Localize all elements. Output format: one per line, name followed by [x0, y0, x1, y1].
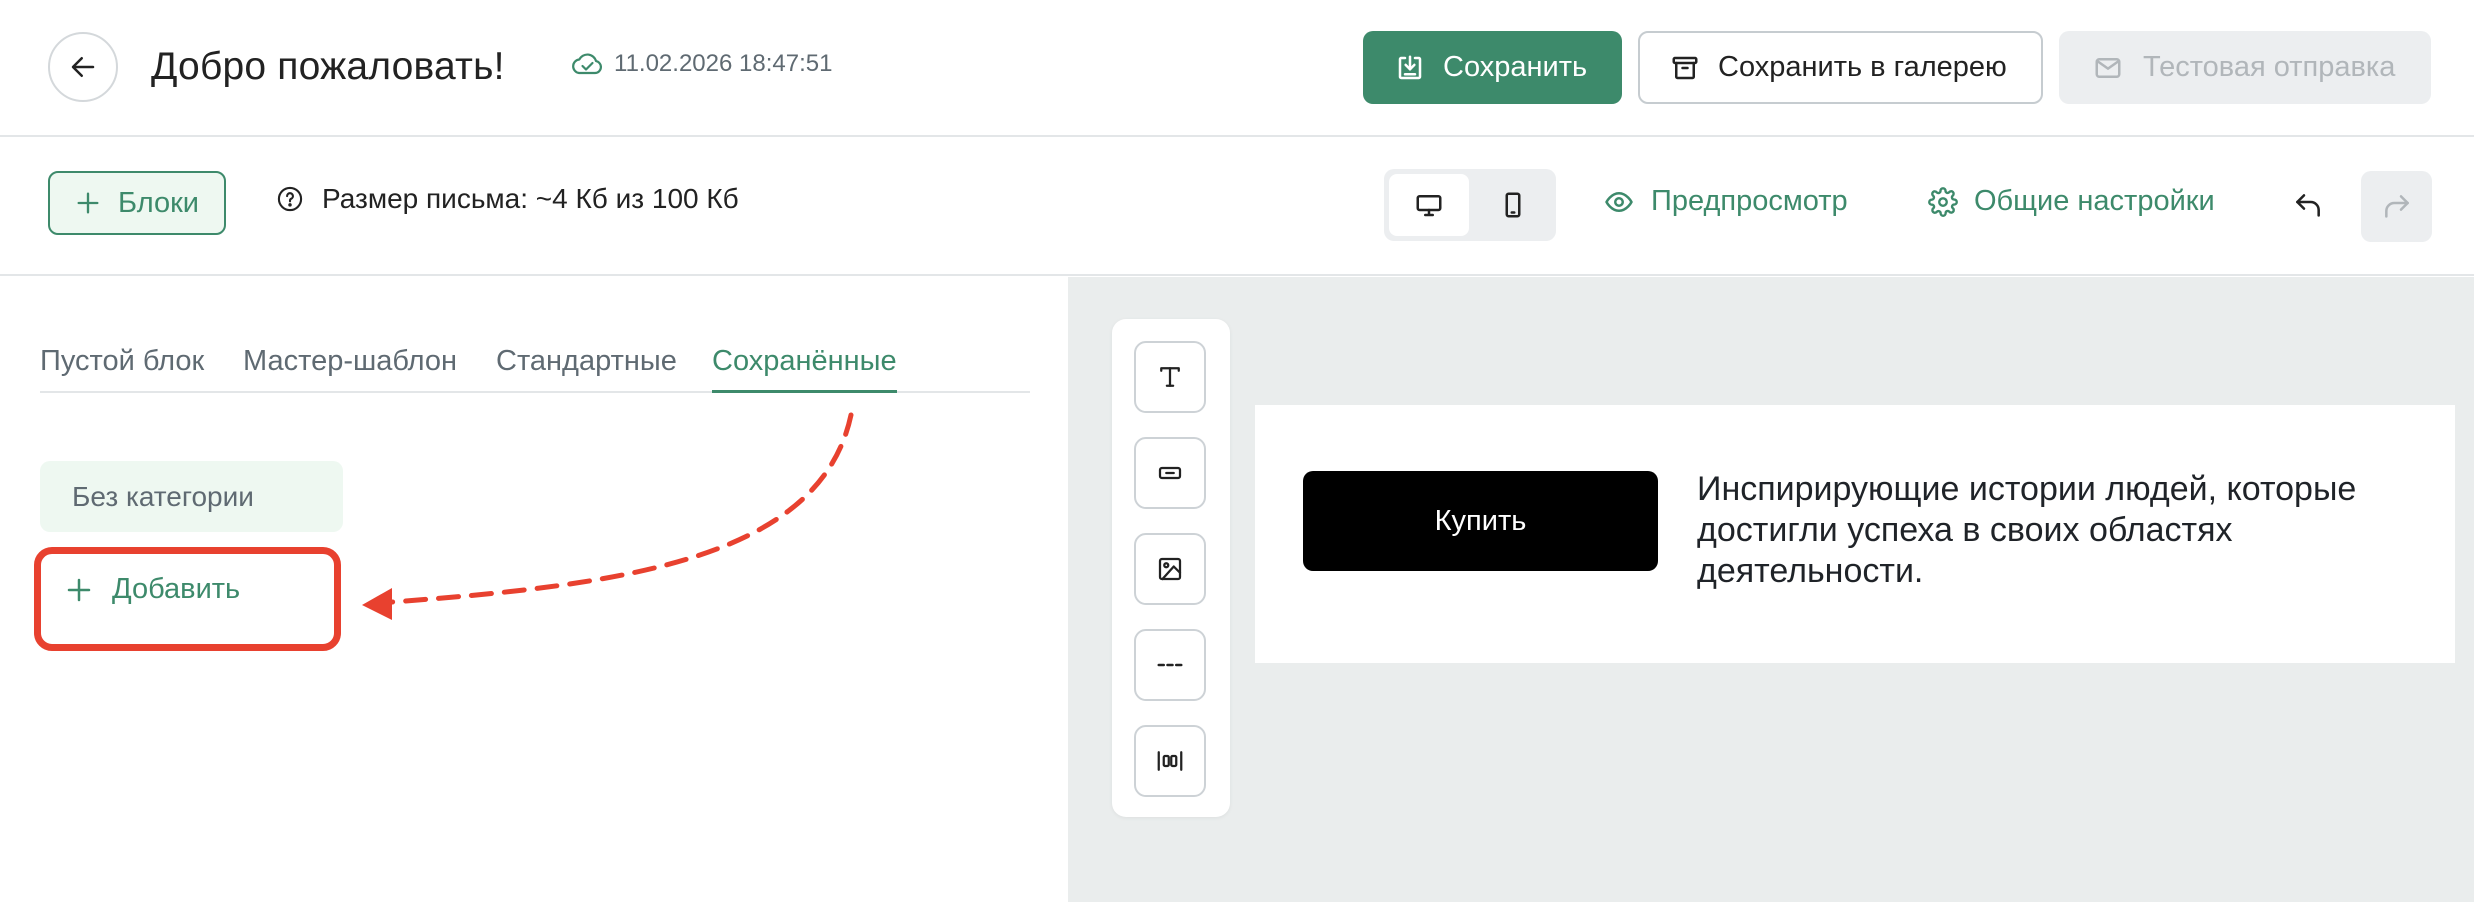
gear-icon [1928, 186, 1958, 217]
settings-link-label: Общие настройки [1974, 185, 2215, 217]
category-uncategorized[interactable]: Без категории [40, 461, 343, 532]
page-title: Добро пожаловать! [151, 45, 505, 88]
text-tool[interactable] [1134, 341, 1206, 413]
tab-standard[interactable]: Стандартные [496, 345, 677, 393]
tab-empty-block[interactable]: Пустой блок [40, 345, 204, 393]
editor-header: Добро пожаловать! 11.02.2026 18:47:51 Со… [0, 0, 2474, 137]
desktop-view-button[interactable] [1389, 174, 1469, 236]
undo-button[interactable] [2280, 171, 2336, 241]
redo-button[interactable] [2361, 171, 2432, 242]
general-settings-link[interactable]: Общие настройки [1928, 185, 2215, 218]
divider-tool[interactable] [1134, 629, 1206, 701]
content-tools [1112, 319, 1230, 817]
test-send-button[interactable]: Тестовая отправка [2059, 31, 2431, 104]
plus-icon [74, 189, 102, 217]
blocks-panel: Пустой блок Мастер-шаблон Стандартные Со… [0, 277, 1068, 902]
save-download-icon [1395, 53, 1425, 83]
save-to-gallery-button[interactable]: Сохранить в галерею [1638, 31, 2043, 104]
eye-icon [1603, 187, 1635, 217]
email-size-info: Размер письма: ~4 Кб из 100 Кб [276, 183, 739, 215]
add-button-label: Добавить [112, 573, 241, 605]
add-category-button[interactable]: Добавить [64, 573, 240, 606]
buy-button[interactable]: Купить [1303, 471, 1658, 571]
save-button[interactable]: Сохранить [1363, 31, 1622, 104]
button-icon [1155, 458, 1185, 488]
mail-icon [2093, 53, 2123, 83]
spacer-icon [1154, 746, 1186, 776]
email-size-text: Размер письма: ~4 Кб из 100 Кб [322, 183, 739, 214]
save-timestamp: 11.02.2026 18:47:51 [614, 50, 833, 77]
redo-icon [2381, 191, 2413, 223]
tab-master-template[interactable]: Мастер-шаблон [243, 345, 457, 393]
button-tool[interactable] [1134, 437, 1206, 509]
preview-link-label: Предпросмотр [1651, 185, 1848, 217]
image-icon [1155, 554, 1185, 584]
test-send-label: Тестовая отправка [2143, 51, 2396, 83]
device-switch [1384, 169, 1556, 241]
smartphone-icon [1498, 190, 1528, 220]
save-status: 11.02.2026 18:47:51 [570, 50, 832, 78]
save-button-label: Сохранить [1443, 51, 1588, 83]
arrow-left-icon [68, 52, 98, 82]
editor-toolbar: Блоки Размер письма: ~4 Кб из 100 Кб Пре… [0, 139, 2474, 276]
preview-link[interactable]: Предпросмотр [1603, 185, 1848, 218]
divider-icon [1155, 650, 1185, 680]
blocks-tabs: Пустой блок Мастер-шаблон Стандартные Со… [40, 345, 1030, 393]
editor-canvas: Купить Инспирирующие истории людей, кото… [1068, 277, 2474, 902]
archive-icon [1670, 53, 1700, 83]
tab-saved[interactable]: Сохранённые [712, 345, 897, 393]
plus-icon [64, 575, 94, 605]
email-content-block[interactable]: Купить Инспирирующие истории людей, кото… [1255, 405, 2455, 663]
undo-icon [2292, 190, 2324, 222]
block-text[interactable]: Инспирирующие истории людей, которые дос… [1697, 469, 2417, 592]
blocks-button[interactable]: Блоки [48, 171, 226, 235]
image-tool[interactable] [1134, 533, 1206, 605]
monitor-icon [1414, 190, 1444, 220]
help-circle-icon[interactable] [276, 185, 304, 213]
text-icon [1155, 362, 1185, 392]
category-label: Без категории [72, 480, 254, 512]
blocks-button-label: Блоки [118, 186, 199, 219]
back-button[interactable] [48, 32, 118, 102]
spacer-tool[interactable] [1134, 725, 1206, 797]
mobile-view-button[interactable] [1474, 174, 1552, 236]
cloud-check-icon [570, 50, 604, 78]
gallery-button-label: Сохранить в галерею [1718, 51, 2007, 83]
